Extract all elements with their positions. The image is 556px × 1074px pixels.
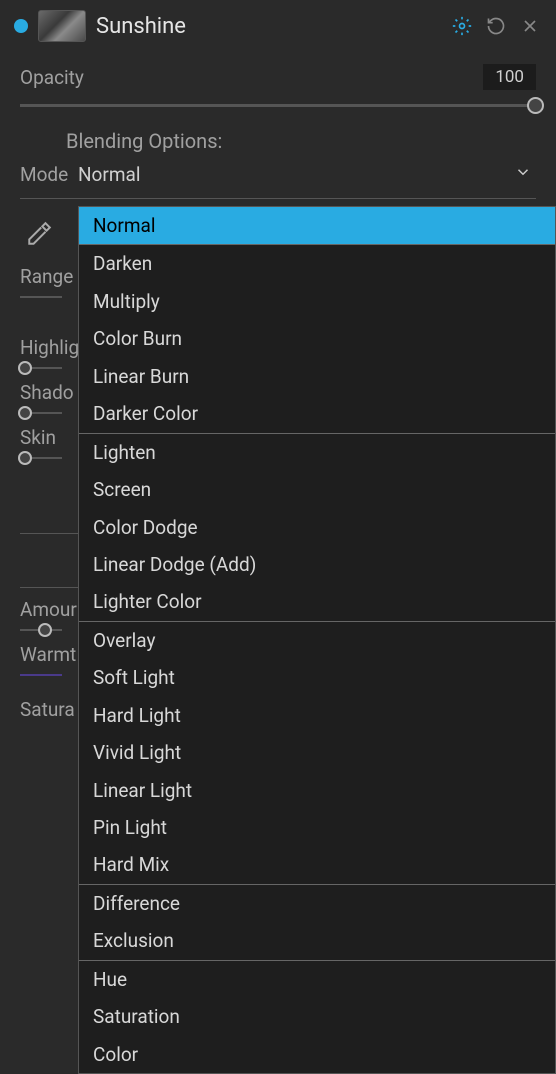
effect-thumbnail[interactable] xyxy=(38,10,86,42)
opacity-row: Opacity 100 xyxy=(0,52,556,96)
opacity-slider-knob[interactable] xyxy=(527,97,544,114)
blend-mode-option[interactable]: Screen xyxy=(79,471,555,508)
blend-mode-option[interactable]: Vivid Light xyxy=(79,734,555,771)
amount-slider[interactable] xyxy=(20,629,62,631)
range-slider[interactable] xyxy=(20,296,62,298)
blend-mode-option[interactable]: Linear Dodge (Add) xyxy=(79,546,555,583)
panel-title: Sunshine xyxy=(96,14,442,39)
undo-icon[interactable] xyxy=(486,16,506,36)
blend-mode-option[interactable]: Exclusion xyxy=(79,922,555,959)
blend-mode-option[interactable]: Overlay xyxy=(79,622,555,659)
blend-mode-option[interactable]: Linear Light xyxy=(79,772,555,809)
warmth-slider[interactable] xyxy=(20,674,62,676)
amount-knob[interactable] xyxy=(38,623,52,637)
highlights-knob[interactable] xyxy=(18,361,32,375)
chevron-down-icon xyxy=(514,163,532,186)
blend-mode-option[interactable]: Linear Burn xyxy=(79,358,555,395)
close-icon[interactable] xyxy=(520,16,540,36)
blend-mode-option[interactable]: Color Dodge xyxy=(79,509,555,546)
blend-mode-option[interactable]: Hard Light xyxy=(79,697,555,734)
blend-mode-option[interactable]: Hard Mix xyxy=(79,846,555,883)
blend-mode-option[interactable]: Darker Color xyxy=(79,395,555,432)
panel-header: Sunshine xyxy=(0,0,556,52)
highlights-slider[interactable] xyxy=(20,367,62,369)
blend-mode-option[interactable]: Lighter Color xyxy=(79,583,555,620)
skin-knob[interactable] xyxy=(18,451,32,465)
shadows-slider[interactable] xyxy=(20,412,62,414)
skin-slider[interactable] xyxy=(20,457,62,459)
opacity-slider[interactable] xyxy=(20,104,536,107)
shadows-knob[interactable] xyxy=(18,406,32,420)
blend-mode-option[interactable]: Pin Light xyxy=(79,809,555,846)
blend-mode-option[interactable]: Hue xyxy=(79,961,555,998)
mode-label: Mode xyxy=(20,163,78,186)
blend-mode-option[interactable]: Saturation xyxy=(79,998,555,1035)
mode-selected-value: Normal xyxy=(78,163,140,186)
blend-mode-option[interactable]: Normal xyxy=(79,207,555,244)
blend-mode-option[interactable]: Multiply xyxy=(79,283,555,320)
blend-mode-option[interactable]: Lighten xyxy=(79,434,555,471)
opacity-label: Opacity xyxy=(20,66,483,89)
blend-mode-option[interactable]: Soft Light xyxy=(79,659,555,696)
mode-row: Mode Normal xyxy=(0,157,556,192)
blending-heading: Blending Options: xyxy=(0,121,556,157)
enable-toggle-dot[interactable] xyxy=(14,19,28,33)
mode-select[interactable]: Normal xyxy=(78,163,536,186)
blend-mode-option[interactable]: Darken xyxy=(79,245,555,282)
eyedropper-icon[interactable] xyxy=(26,232,52,251)
blend-mode-option[interactable]: Color xyxy=(79,1036,555,1073)
gear-icon[interactable] xyxy=(452,16,472,36)
blend-mode-dropdown[interactable]: NormalDarkenMultiplyColor BurnLinear Bur… xyxy=(78,206,556,1074)
blend-mode-option[interactable]: Color Burn xyxy=(79,320,555,357)
blend-mode-option[interactable]: Difference xyxy=(79,885,555,922)
opacity-value[interactable]: 100 xyxy=(483,64,536,90)
divider xyxy=(20,198,536,199)
